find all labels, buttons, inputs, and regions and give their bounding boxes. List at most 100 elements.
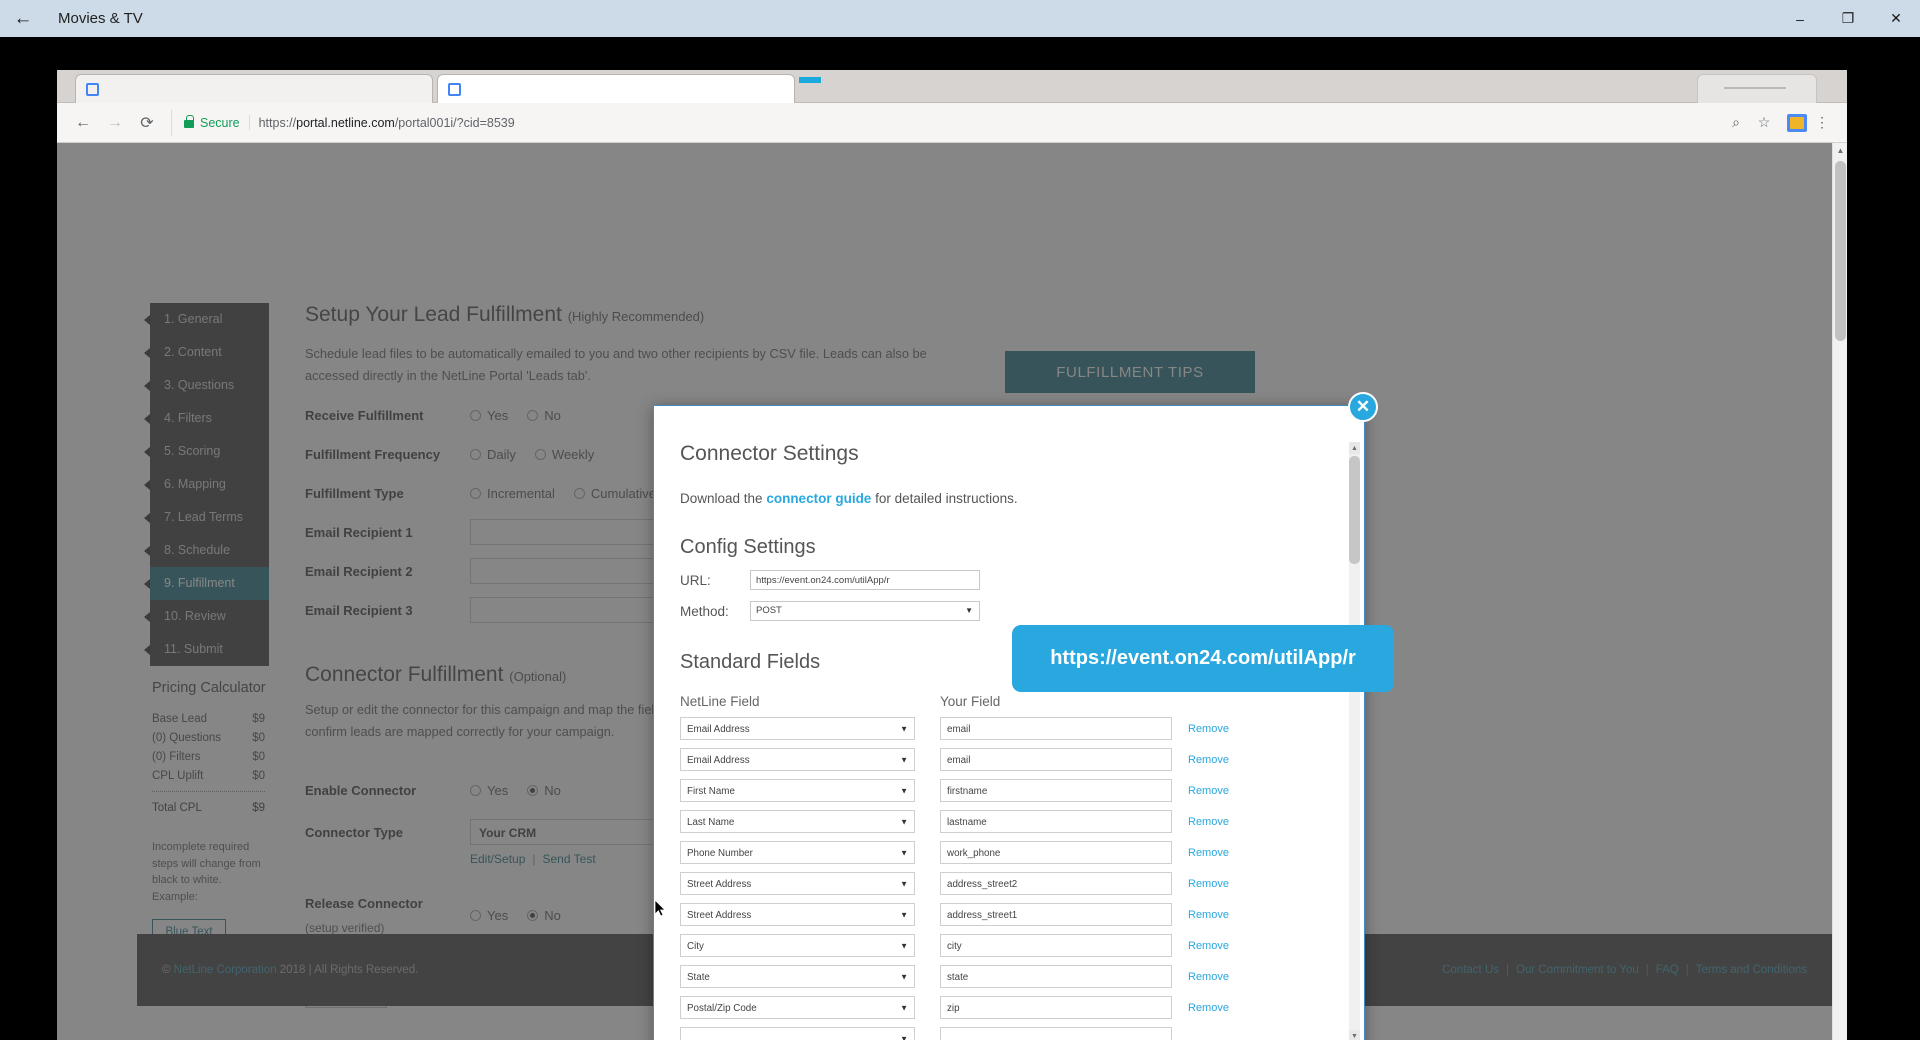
chevron-down-icon: ▼ xyxy=(900,1034,908,1040)
connector-settings-modal: ✕ Connector Settings Download the connec… xyxy=(653,392,1378,1040)
back-arrow-icon[interactable]: ← xyxy=(0,0,46,37)
browser-menu-icon[interactable]: ⋮ xyxy=(1809,110,1835,136)
netline-field-value: City xyxy=(687,941,704,952)
chevron-down-icon: ▼ xyxy=(900,941,908,950)
netline-field-select[interactable]: Last Name ▼ xyxy=(680,810,915,833)
chevron-down-icon: ▼ xyxy=(900,817,908,826)
mouse-cursor xyxy=(655,900,666,917)
lock-icon xyxy=(184,115,194,128)
remove-link[interactable]: Remove xyxy=(1188,940,1229,952)
remove-link[interactable]: Remove xyxy=(1188,878,1229,890)
remove-link[interactable]: Remove xyxy=(1188,909,1229,921)
browser-tab-strip xyxy=(57,70,1847,103)
netline-field-value: Email Address xyxy=(687,755,750,766)
remove-link[interactable]: Remove xyxy=(1188,971,1229,983)
remove-link[interactable]: Remove xyxy=(1188,785,1229,797)
browser-back-icon[interactable]: ← xyxy=(69,109,97,137)
mapping-table-header: NetLine Field Your Field xyxy=(680,694,1321,709)
netline-field-value: State xyxy=(687,972,710,983)
remove-link[interactable]: Remove xyxy=(1188,816,1229,828)
page-scroll-thumb[interactable] xyxy=(1835,161,1846,341)
your-field-input[interactable]: zip xyxy=(940,996,1172,1019)
browser-reload-icon[interactable]: ⟳ xyxy=(133,109,161,137)
desktop-backdrop: ← → ⟳ Secure https://portal.netline.com/… xyxy=(0,37,1920,1040)
chevron-down-icon: ▼ xyxy=(900,724,908,733)
col-header-netline-field: NetLine Field xyxy=(680,694,760,709)
chevron-down-icon: ▼ xyxy=(900,786,908,795)
netline-field-select[interactable]: Street Address ▼ xyxy=(680,872,915,895)
modal-scroll-thumb[interactable] xyxy=(1349,456,1360,564)
page-viewport: 1. General 2. Content 3. Questions 4. Fi… xyxy=(57,143,1847,1040)
modal-title: Connector Settings xyxy=(680,442,859,465)
netline-field-value: Street Address xyxy=(687,879,752,890)
modal-scrollbar[interactable]: ▲ ▼ xyxy=(1349,442,1360,1040)
browser-tab-1[interactable] xyxy=(75,74,433,103)
netline-field-value: Street Address xyxy=(687,910,752,921)
chevron-down-icon: ▼ xyxy=(900,848,908,857)
table-row: Street Address ▼ address_street2 Remove xyxy=(680,872,1321,895)
close-button[interactable]: ✕ xyxy=(1872,0,1920,37)
netline-field-select[interactable]: ▼ xyxy=(680,1027,915,1040)
method-select[interactable]: POST ▼ xyxy=(750,601,980,621)
your-field-input[interactable]: firstname xyxy=(940,779,1172,802)
url-scheme: https:// xyxy=(258,115,297,130)
omnibox-divider xyxy=(248,115,250,130)
browser-tab-2[interactable] xyxy=(437,74,795,103)
table-row: Last Name ▼ lastname Remove xyxy=(680,810,1321,833)
your-field-input[interactable]: address_street2 xyxy=(940,872,1172,895)
app-title-bar: ← Movies & TV – ❐ ✕ xyxy=(0,0,1920,37)
your-field-input[interactable]: lastname xyxy=(940,810,1172,833)
chevron-down-icon: ▼ xyxy=(900,972,908,981)
your-field-input[interactable]: state xyxy=(940,965,1172,988)
your-field-input[interactable] xyxy=(940,1027,1172,1040)
your-field-input[interactable]: email xyxy=(940,717,1172,740)
netline-field-value: First Name xyxy=(687,786,735,797)
subtitle-after: for detailed instructions. xyxy=(871,491,1018,506)
browser-window: ← → ⟳ Secure https://portal.netline.com/… xyxy=(57,70,1847,1040)
table-row: Email Address ▼ email Remove xyxy=(680,748,1321,771)
url-input[interactable]: https://event.on24.com/utilApp/r xyxy=(750,570,980,590)
table-row: First Name ▼ firstname Remove xyxy=(680,779,1321,802)
netline-field-select[interactable]: Email Address ▼ xyxy=(680,717,915,740)
window-controls: – ❐ ✕ xyxy=(1776,0,1920,37)
browser-forward-icon[interactable]: → xyxy=(101,109,129,137)
url-text: https://portal.netline.com/portal001i/?c… xyxy=(259,116,515,130)
zoom-icon[interactable]: ⌕ xyxy=(1723,110,1749,136)
bookmark-star-icon[interactable]: ☆ xyxy=(1751,110,1777,136)
remove-link[interactable]: Remove xyxy=(1188,754,1229,766)
url-tooltip: https://event.on24.com/utilApp/r xyxy=(1012,625,1394,692)
chevron-down-icon: ▼ xyxy=(900,879,908,888)
tab-loading-indicator xyxy=(799,77,821,83)
table-row: State ▼ state Remove xyxy=(680,965,1321,988)
chevron-down-icon: ▼ xyxy=(900,1003,908,1012)
your-field-input[interactable]: email xyxy=(940,748,1172,771)
remove-link[interactable]: Remove xyxy=(1188,723,1229,735)
netline-field-value: Email Address xyxy=(687,724,750,735)
netline-field-select[interactable]: Street Address ▼ xyxy=(680,903,915,926)
connector-guide-link[interactable]: connector guide xyxy=(766,491,871,506)
maximize-button[interactable]: ❐ xyxy=(1824,0,1872,37)
your-field-input[interactable]: city xyxy=(940,934,1172,957)
method-value: POST xyxy=(756,605,782,616)
netline-field-select[interactable]: State ▼ xyxy=(680,965,915,988)
your-field-input[interactable]: work_phone xyxy=(940,841,1172,864)
your-field-input[interactable]: address_street1 xyxy=(940,903,1172,926)
netline-field-select[interactable]: Email Address ▼ xyxy=(680,748,915,771)
netline-field-select[interactable]: Phone Number ▼ xyxy=(680,841,915,864)
close-icon[interactable]: ✕ xyxy=(1348,392,1378,422)
page-scroll-up-icon[interactable]: ▲ xyxy=(1833,143,1847,158)
remove-link[interactable]: Remove xyxy=(1188,847,1229,859)
address-bar[interactable]: Secure https://portal.netline.com/portal… xyxy=(171,109,1713,136)
netline-field-select[interactable]: First Name ▼ xyxy=(680,779,915,802)
netline-field-select[interactable]: Postal/Zip Code ▼ xyxy=(680,996,915,1019)
netline-field-select[interactable]: City ▼ xyxy=(680,934,915,957)
minimize-button[interactable]: – xyxy=(1776,0,1824,37)
secure-label: Secure xyxy=(200,115,240,130)
tab-favicon-icon xyxy=(448,82,461,96)
page-scrollbar[interactable]: ▲ ▼ xyxy=(1832,143,1847,1040)
scroll-up-icon[interactable]: ▲ xyxy=(1349,442,1360,454)
remove-link[interactable]: Remove xyxy=(1188,1002,1229,1014)
scroll-down-icon[interactable]: ▼ xyxy=(1349,1030,1360,1040)
new-tab-button[interactable] xyxy=(1697,74,1817,103)
extension-icon[interactable] xyxy=(1787,113,1807,132)
